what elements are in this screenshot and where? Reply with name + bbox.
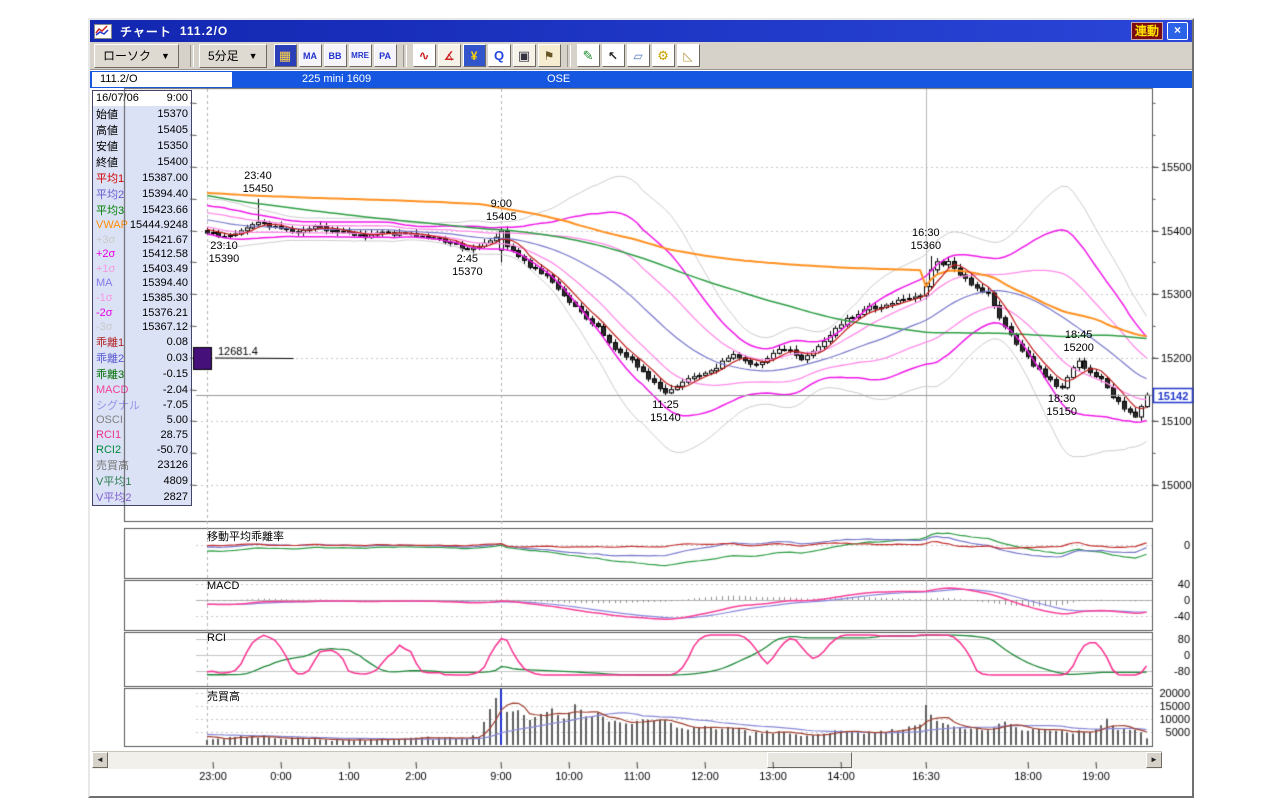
currency-icon[interactable]: ¥ [462,44,486,67]
quote-row: MACD -2.04 [96,383,188,396]
quote-row: 平均3 15423.66 [96,203,188,217]
quote-row: 売買高 23126 [96,458,188,472]
close-button[interactable]: × [1167,22,1188,40]
pencil-icon[interactable]: ✎ [576,44,600,67]
line-chart-icon[interactable]: ∿ [412,44,436,67]
flag-chart-icon[interactable]: ⚑ [537,44,561,67]
timeframe-dropdown[interactable]: 5分足 ▼ [198,43,267,68]
quote-row: 乖離2 0.03 [96,352,188,366]
eraser-icon[interactable]: ▱ [626,44,650,67]
scroll-left-button[interactable]: ◄ [92,752,108,768]
dropdown-arrow-icon: ▼ [161,50,170,61]
quote-row: V平均2 2827 [96,490,188,504]
instrument-name: 225 mini 1609 [302,73,372,85]
scroll-right-button[interactable]: ► [1146,752,1162,768]
quote-row: 16/07/06 9:00 [93,91,191,106]
link-button[interactable]: 連動 [1130,22,1163,40]
exchange-name: OSE [547,73,571,85]
title-bar[interactable]: チャート 111.2/O 連動 × [90,20,1192,42]
scrollbar-thumb[interactable] [767,752,852,768]
gears-icon[interactable]: ⚙ [651,44,675,67]
cursor-icon[interactable]: ↖ [601,44,625,67]
quote-row: +2σ 15412.58 [96,248,188,261]
bb-button[interactable]: BB [323,44,347,67]
quote-row: +3σ 15421.67 [96,233,188,246]
chart-window: チャート 111.2/O 連動 × ローソク ▼ 5分足 ▼ ▦ MA BB MRE PA ∿ ∡ ¥… [88,18,1194,798]
quote-row: VWAP 15444.9248 [96,218,188,231]
quote-row: -1σ 15385.30 [96,291,188,304]
zoom-icon[interactable]: Q [487,44,511,67]
quote-row: 安値 15350 [96,139,188,153]
quote-row: 平均2 15394.40 [96,187,188,201]
quote-row: 始値 15370 [96,107,188,121]
pa-button[interactable]: PA [373,44,397,67]
quote-row: 高値 15405 [96,123,188,137]
axis-chart-icon[interactable]: ∡ [437,44,461,67]
ruler-icon[interactable]: ◺ [676,44,700,67]
quote-row: V平均1 4809 [96,474,188,488]
ma-button[interactable]: MA [298,44,322,67]
app-icon [94,23,112,39]
quote-row: MA 15394.40 [96,277,188,290]
trading-chart-app: { "window": { "title": "チャート", "title_sy… [0,0,1280,811]
window-title-symbol: 111.2/O [179,24,229,38]
chart-type-dropdown[interactable]: ローソク ▼ [94,43,179,68]
dropdown-arrow-icon: ▼ [248,50,258,61]
symbol-code-box[interactable]: 111.2/O [92,72,232,87]
chart-layout-icon[interactable]: ▦ [273,44,297,67]
time-scrollbar[interactable]: ◄ ► [92,751,1162,769]
instrument-bar: 111.2/O 225 mini 1609 OSE [90,71,1192,88]
quote-row: 平均1 15387.00 [96,171,188,185]
quote-row: RCI2 -50.70 [96,443,188,456]
quote-row: +1σ 15403.49 [96,262,188,275]
quote-row: -2σ 15376.21 [96,306,188,319]
quote-row: OSCI 5.00 [96,414,188,427]
quote-row: 乖離3 -0.15 [96,368,188,382]
quote-row: -3σ 15367.12 [96,321,188,334]
window-title: チャート [120,24,172,39]
toolbar: ローソク ▼ 5分足 ▼ ▦ MA BB MRE PA ∿ ∡ ¥ Q ▣ ⚑ ✎ ↖ ▱ ⚙ ◺ [90,42,1192,70]
quote-row: 乖離1 0.08 [96,336,188,350]
quote-row: 終値 15400 [96,155,188,169]
quote-row: シグナル -7.05 [96,399,188,413]
mre-button[interactable]: MRE [348,44,372,67]
quote-data-panel: 16/07/06 9:00 始値 15370 高値 15405 安値 15350 終値 15400… [92,90,192,506]
quote-row: RCI1 28.75 [96,429,188,441]
kanji-settings-icon[interactable]: ▣ [512,44,536,67]
